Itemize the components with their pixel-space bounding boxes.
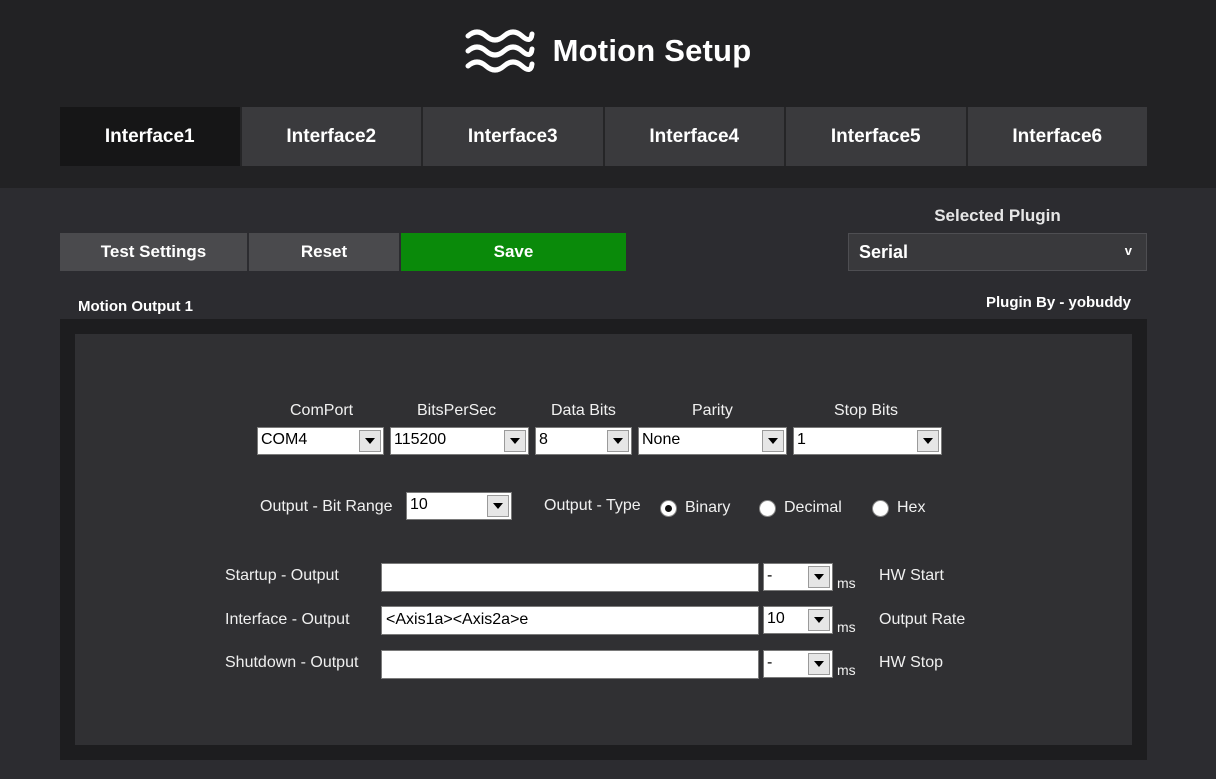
save-button[interactable]: Save <box>401 233 626 271</box>
dropdown-arrow-icon[interactable] <box>762 430 784 452</box>
radio-binary-label: Binary <box>685 499 731 516</box>
tab-interface3[interactable]: Interface3 <box>423 107 605 166</box>
bits-per-sec-label: BitsPerSec <box>417 402 497 419</box>
radio-decimal[interactable]: Decimal <box>759 497 842 519</box>
radio-hex-label: Hex <box>897 499 926 516</box>
radio-button-icon[interactable] <box>759 499 776 517</box>
comport-label: ComPort <box>290 402 354 419</box>
tab-interface5[interactable]: Interface5 <box>786 107 968 166</box>
shutdown-output-field[interactable] <box>381 650 759 679</box>
hw-stop-label: HW Stop <box>879 654 944 671</box>
tab-interface4[interactable]: Interface4 <box>604 107 786 166</box>
parity-label: Parity <box>692 402 733 419</box>
radio-hex[interactable]: Hex <box>872 497 925 519</box>
interface-output-label: Interface - Output <box>225 611 350 628</box>
reset-button[interactable]: Reset <box>249 233 399 271</box>
dropdown-arrow-icon[interactable] <box>487 495 509 517</box>
tab-interface2[interactable]: Interface2 <box>241 107 423 166</box>
interface-ms-select[interactable]: 10 <box>763 606 833 634</box>
shutdown-output-label: Shutdown - Output <box>225 654 359 671</box>
startup-output-label: Startup - Output <box>225 567 339 584</box>
comport-select[interactable]: COM4 <box>257 427 384 455</box>
output-type-label: Output - Type <box>544 497 641 514</box>
output-rate-label: Output Rate <box>879 611 966 628</box>
settings-panel <box>75 334 1132 745</box>
app-header: Motion Setup Interface1 Interface2 Inter… <box>0 0 1216 188</box>
interface-output-field[interactable]: <Axis1a><Axis2a>e <box>381 606 759 635</box>
data-bits-select[interactable]: 8 <box>535 427 632 455</box>
dropdown-arrow-icon[interactable] <box>359 430 381 452</box>
parity-select[interactable]: None <box>638 427 787 455</box>
data-bits-label: Data Bits <box>551 402 616 419</box>
radio-decimal-label: Decimal <box>784 499 842 516</box>
chevron-down-icon: v <box>1124 243 1132 258</box>
plugin-author: Plugin By - yobuddy <box>986 294 1131 311</box>
radio-button-icon[interactable] <box>872 499 889 517</box>
dropdown-arrow-icon[interactable] <box>607 430 629 452</box>
radio-binary[interactable]: Binary <box>660 497 730 519</box>
dropdown-arrow-icon[interactable] <box>808 653 830 675</box>
dropdown-arrow-icon[interactable] <box>808 566 830 588</box>
app-title: Motion Setup <box>552 33 752 68</box>
bit-range-select[interactable]: 10 <box>406 492 512 520</box>
interface-tabs: Interface1 Interface2 Interface3 Interfa… <box>60 107 1147 166</box>
shutdown-ms-unit: ms <box>837 662 856 678</box>
plugin-select-value: Serial <box>859 241 909 262</box>
shutdown-ms-select[interactable]: - <box>763 650 833 678</box>
bits-per-sec-select[interactable]: 115200 <box>390 427 529 455</box>
dropdown-arrow-icon[interactable] <box>504 430 526 452</box>
waves-icon <box>465 29 535 73</box>
plugin-select[interactable]: Serial v <box>848 233 1147 271</box>
bit-range-label: Output - Bit Range <box>260 498 393 515</box>
dropdown-arrow-icon[interactable] <box>917 430 939 452</box>
title-bar: Motion Setup <box>0 24 1216 78</box>
interface-ms-unit: ms <box>837 619 856 635</box>
startup-ms-select[interactable]: - <box>763 563 833 591</box>
radio-button-icon[interactable] <box>660 499 677 517</box>
dropdown-arrow-icon[interactable] <box>808 609 830 631</box>
stop-bits-label: Stop Bits <box>834 402 899 419</box>
tab-interface1[interactable]: Interface1 <box>60 107 242 166</box>
selected-plugin-label: Selected Plugin <box>934 206 1061 225</box>
section-title: Motion Output 1 <box>78 298 193 315</box>
hw-start-label: HW Start <box>879 567 944 584</box>
startup-output-field[interactable] <box>381 563 759 592</box>
stop-bits-select[interactable]: 1 <box>793 427 942 455</box>
startup-ms-unit: ms <box>837 575 856 591</box>
tab-interface6[interactable]: Interface6 <box>967 107 1147 166</box>
test-settings-button[interactable]: Test Settings <box>60 233 247 271</box>
